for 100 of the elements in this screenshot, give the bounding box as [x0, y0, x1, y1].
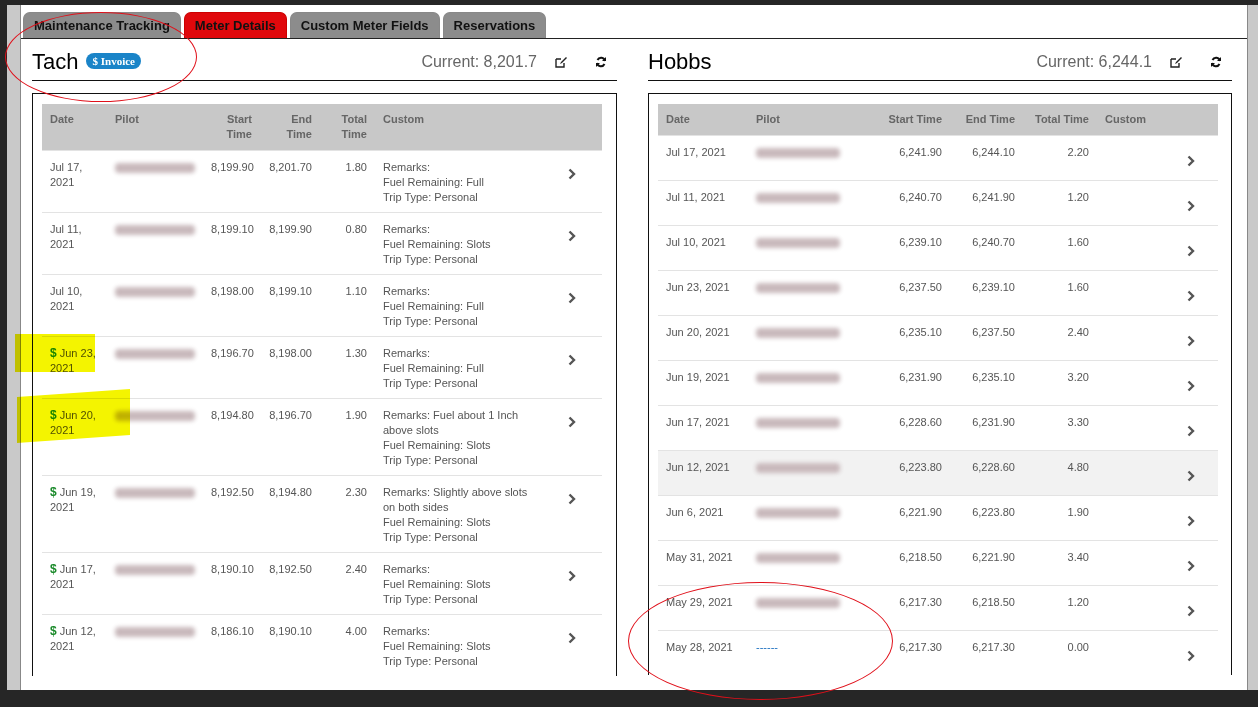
edit-icon[interactable]: [1170, 55, 1182, 68]
tab[interactable]: Reservations: [442, 12, 547, 38]
custom-field-text: Trip Type: Personal: [383, 376, 479, 391]
table-cell-text: 8,199.90: [268, 222, 313, 237]
table-cell-text: 8,199.90: [210, 160, 255, 175]
chevron-icon[interactable]: [568, 493, 576, 505]
table-cell-text: 6,237.50: [971, 325, 1016, 340]
table-cell-text: 2.20: [1066, 145, 1090, 160]
column-header: End Time: [964, 112, 1016, 127]
invoice-mark: $: [50, 346, 57, 360]
custom-field-text: Trip Type: Personal: [383, 314, 479, 329]
table-cell-text: 6,223.80: [971, 505, 1016, 520]
custom-field-text: Fuel Remaining: Slots: [383, 577, 492, 592]
table-cell-text: 6,228.60: [898, 415, 943, 430]
date-cell-text: Jul 10, 2021: [665, 235, 727, 250]
invoice-badge[interactable]: $ Invoice: [86, 53, 141, 69]
table-cell-text: 8,198.00: [210, 284, 255, 299]
table-cell-text: 3.40: [1066, 550, 1090, 565]
table-cell-text: 6,241.90: [898, 145, 943, 160]
table-cell-text: 3.20: [1066, 370, 1090, 385]
date-cell-text: Jun 6, 2021: [665, 505, 725, 520]
edit-icon[interactable]: [555, 55, 567, 68]
chevron-icon[interactable]: [1187, 515, 1195, 527]
table-cell-text: 6,231.90: [898, 370, 943, 385]
chevron-icon[interactable]: [1187, 470, 1195, 482]
date-cell-text: Jul 10, 2021: [49, 284, 84, 314]
table-cell-text: 4.00: [344, 624, 368, 639]
custom-field-text: Remarks:: [383, 624, 432, 639]
column-header: Total Time: [1034, 112, 1090, 127]
tab[interactable]: Meter Details: [183, 12, 287, 38]
date-cell-text: Jul 17, 2021: [49, 160, 84, 190]
tab[interactable]: Maintenance Tracking: [23, 12, 181, 38]
invoice-mark: $: [50, 562, 57, 576]
custom-field-text: Remarks:: [383, 222, 432, 237]
table-cell-text: 6,241.90: [971, 190, 1016, 205]
table-cell-text: 1.20: [1066, 190, 1090, 205]
table-cell-text: 0.80: [344, 222, 368, 237]
chevron-icon[interactable]: [568, 354, 576, 366]
table-cell-text: 3.30: [1066, 415, 1090, 430]
table-cell-text: 6,217.30: [898, 640, 943, 655]
custom-field-text: Fuel Remaining: Full: [383, 175, 485, 190]
table-cell-text: 1.60: [1066, 280, 1090, 295]
column-header: Date: [49, 112, 75, 127]
column-header: Start Time: [887, 112, 943, 127]
date-cell-text: Jun 20, 2021: [665, 325, 731, 340]
refresh-icon[interactable]: [595, 55, 607, 68]
chevron-icon[interactable]: [1187, 380, 1195, 392]
table-cell-text: 6,217.30: [898, 595, 943, 610]
chevron-icon[interactable]: [1187, 245, 1195, 257]
table-cell-text: 8,190.10: [268, 624, 313, 639]
current-reading: Current: 8,201.7: [421, 52, 537, 71]
chevron-icon[interactable]: [1187, 560, 1195, 572]
table-cell-text: 2.30: [344, 485, 368, 500]
custom-field-text: Trip Type: Personal: [383, 252, 479, 267]
pilot-link[interactable]: ------: [756, 640, 778, 655]
date-cell-text: Jun 23, 2021: [665, 280, 731, 295]
chevron-icon[interactable]: [568, 416, 576, 428]
chevron-icon[interactable]: [568, 292, 576, 304]
chevron-icon[interactable]: [1187, 155, 1195, 167]
custom-field-text: Remarks:: [383, 284, 432, 299]
chevron-icon[interactable]: [568, 230, 576, 242]
chevron-icon[interactable]: [1187, 425, 1195, 437]
date-cell-text: Jun 19, 2021: [665, 370, 731, 385]
table-cell-text: 1.90: [344, 408, 368, 423]
table-cell-text: 8,190.10: [210, 562, 255, 577]
table-cell-text: 6,221.90: [898, 505, 943, 520]
table-cell-text: 6,239.10: [971, 280, 1016, 295]
chevron-icon[interactable]: [568, 632, 576, 644]
date-cell-text: $ Jun 19, 2021: [49, 485, 97, 515]
custom-field-text: Remarks:: [383, 160, 432, 175]
chevron-icon[interactable]: [568, 570, 576, 582]
chevron-icon[interactable]: [568, 168, 576, 180]
table-cell-text: 4.80: [1066, 460, 1090, 475]
custom-field-text: Fuel Remaining: Slots: [383, 438, 492, 453]
custom-field-text: Fuel Remaining: Slots: [383, 639, 492, 654]
table-cell-text: 8,192.50: [268, 562, 313, 577]
date-cell-text: May 28, 2021: [665, 640, 734, 655]
column-header: Custom: [1104, 112, 1147, 127]
date-cell-text: Jul 11, 2021: [665, 190, 727, 205]
table-cell-text: 8,186.10: [210, 624, 255, 639]
chevron-icon[interactable]: [1187, 200, 1195, 212]
custom-field-text: Fuel Remaining: Full: [383, 299, 485, 314]
table-cell-text: 8,196.70: [268, 408, 313, 423]
invoice-mark: $: [50, 485, 57, 499]
table-cell-text: 6,237.50: [898, 280, 943, 295]
date-cell-text: Jun 12, 2021: [665, 460, 731, 475]
custom-field-text: Remarks: Fuel about 1 Inch above slots: [383, 408, 520, 438]
custom-field-text: Trip Type: Personal: [383, 190, 479, 205]
chevron-icon[interactable]: [1187, 335, 1195, 347]
refresh-icon[interactable]: [1210, 55, 1222, 68]
tab[interactable]: Custom Meter Fields: [289, 12, 440, 38]
table-cell-text: 1.60: [1066, 235, 1090, 250]
chevron-icon[interactable]: [1187, 650, 1195, 662]
column-header: Custom: [382, 112, 425, 127]
table-cell-text: 6,218.50: [971, 595, 1016, 610]
table-cell-text: 8,194.80: [210, 408, 255, 423]
table-cell-text: 8,198.00: [268, 346, 313, 361]
chevron-icon[interactable]: [1187, 605, 1195, 617]
chevron-icon[interactable]: [1187, 290, 1195, 302]
table-cell-text: 6,231.90: [971, 415, 1016, 430]
